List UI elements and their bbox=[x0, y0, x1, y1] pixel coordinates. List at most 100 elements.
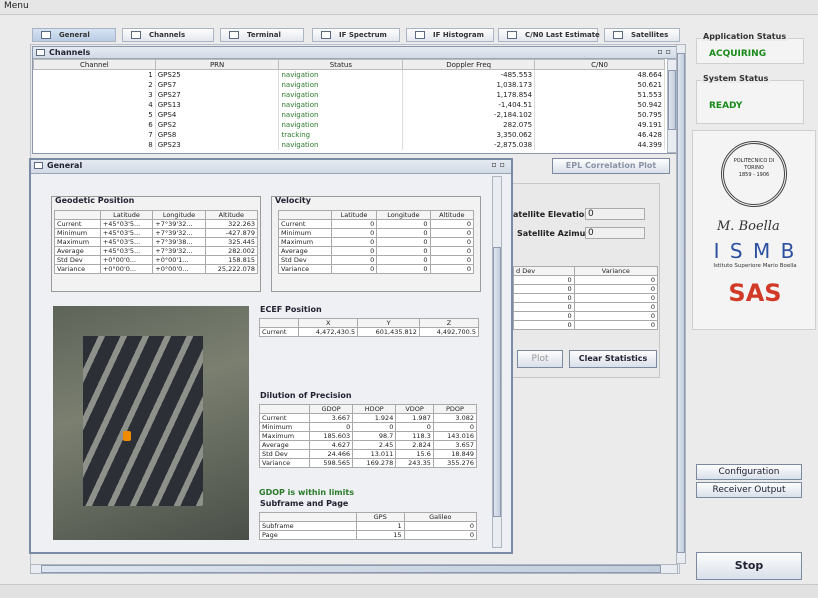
ecef-position-group: ECEF Position XYZ Current 4,472,430.5 601,… bbox=[257, 305, 480, 346]
table-row: Maximum 185.603 98.7 118.3 143.016 bbox=[258, 431, 478, 441]
system-status-value: READY bbox=[709, 101, 743, 111]
tab-satellites[interactable]: Satellites bbox=[604, 28, 680, 42]
window-icon bbox=[613, 31, 623, 39]
tab-channels[interactable]: Channels bbox=[122, 28, 214, 42]
window-icon bbox=[229, 31, 239, 39]
clear-statistics-button[interactable]: Clear Statistics bbox=[569, 350, 657, 368]
table-row: Current 4,472,430.5 601,435.812 4,492,700.5 bbox=[258, 327, 480, 337]
window-icon bbox=[36, 49, 45, 56]
table-header-row: Channel PRN Status Doppler Freq C/N0 bbox=[33, 59, 665, 70]
table-row: 00 bbox=[513, 284, 659, 294]
table-row[interactable]: 7 GPS8 tracking 3,350.062 46.428 bbox=[33, 129, 665, 140]
application-status-label: Application Status bbox=[701, 32, 789, 41]
receiver-output-button[interactable]: Receiver Output bbox=[696, 482, 802, 498]
channels-title-bar[interactable]: Channels ▫ ▫ bbox=[33, 47, 677, 59]
group-title: ECEF Position bbox=[260, 305, 322, 314]
table-row[interactable]: 2 GPS7 navigation 1,038.173 50.621 bbox=[33, 79, 665, 90]
application-status-box: Application Status ACQUIRING bbox=[696, 32, 804, 64]
column-header[interactable]: Channel bbox=[33, 59, 156, 70]
table-row: Average 0 0 0 bbox=[278, 246, 475, 256]
table-row[interactable]: 8 GPS23 navigation -2,875.038 44.399 bbox=[33, 139, 665, 150]
column-header[interactable]: C/N0 bbox=[534, 59, 665, 70]
polito-seal: POLITECNICO DI TORINO 1859 - 1906 bbox=[721, 141, 787, 207]
tab-bar: General Channels Terminal IF Spectrum IF… bbox=[32, 28, 680, 42]
system-status-label: System Status bbox=[701, 74, 771, 83]
right-panel: Application Status ACQUIRING System Stat… bbox=[692, 18, 818, 598]
general-window: General ▫ ▫ Geodetic Position Latitude Lon… bbox=[29, 158, 513, 554]
desktop-vertical-scrollbar[interactable] bbox=[676, 44, 686, 564]
table-row: Maximum +45°03'5... +7°39'38... 325.445 bbox=[54, 237, 259, 247]
velocity-group: Velocity Latitude Longitude Altitude Curre… bbox=[271, 196, 481, 292]
group-title: Dilution of Precision bbox=[260, 391, 352, 400]
window-icon bbox=[415, 31, 425, 39]
position-marker-icon bbox=[123, 431, 131, 441]
table-row: Current +45°03'5... +7°39'32... 322.263 bbox=[54, 219, 259, 229]
satellite-panel: atellite Elevation: 0 Satellite Azimut: … bbox=[512, 183, 660, 378]
tab-if-spectrum[interactable]: IF Spectrum bbox=[312, 28, 400, 42]
stop-button[interactable]: Stop bbox=[696, 552, 802, 580]
epl-correlation-plot-button[interactable]: EPL Correlation Plot bbox=[552, 158, 670, 174]
column-header[interactable]: PRN bbox=[154, 59, 280, 70]
table-row: Std Dev 0 0 0 bbox=[278, 255, 475, 265]
table-row[interactable]: 4 GPS13 navigation -1,404.51 50.942 bbox=[33, 99, 665, 110]
column-header[interactable]: Doppler Freq bbox=[402, 59, 536, 70]
ismb-logo: I S M B bbox=[713, 239, 797, 263]
general-title-bar[interactable]: General ▫ ▫ bbox=[31, 160, 511, 174]
ecef-table: XYZ Current 4,472,430.5 601,435.812 4,492,7… bbox=[258, 318, 480, 337]
table-row: Current 3.667 1.924 1.987 3.082 bbox=[258, 413, 478, 423]
tab-if-histogram[interactable]: IF Histogram bbox=[406, 28, 494, 42]
group-title: Geodetic Position bbox=[55, 196, 135, 205]
tab-general[interactable]: General bbox=[32, 28, 116, 42]
column-header[interactable]: Status bbox=[278, 59, 404, 70]
geodetic-table: Latitude Longitude Altitude Current +45°03'… bbox=[54, 210, 259, 274]
table-row: Std Dev 24.466 13.011 15.6 18.849 bbox=[258, 449, 478, 459]
group-title: Velocity bbox=[275, 196, 311, 205]
window-icon bbox=[507, 31, 517, 39]
table-row: Variance +0°00'0... +0°00'0... 25,222.078 bbox=[54, 264, 259, 274]
desktop-horizontal-scrollbar[interactable] bbox=[30, 564, 678, 574]
application-status-value: ACQUIRING bbox=[709, 49, 767, 59]
table-row[interactable]: 1 GPS25 navigation -485.553 48.664 bbox=[33, 69, 665, 80]
velocity-table: Latitude Longitude Altitude Current 0 0 0 Min… bbox=[278, 210, 475, 274]
table-row[interactable]: 6 GPS2 navigation 282.075 49.191 bbox=[33, 119, 665, 130]
table-row: Current 0 0 0 bbox=[278, 219, 475, 229]
table-row: Variance 598.565 169.278 243.35 355.276 bbox=[258, 458, 478, 468]
maximize-restore-icon[interactable]: ▫ ▫ bbox=[491, 160, 505, 169]
dop-table: GDOP HDOP VDOP PDOP Current 3.667 1.924 1.987 3… bbox=[258, 404, 478, 468]
table-row: Average +45°03'5... +7°39'32... 282.002 bbox=[54, 246, 259, 256]
table-header: d Dev bbox=[513, 266, 575, 276]
table-row: 00 bbox=[513, 302, 659, 312]
table-row: 00 bbox=[513, 293, 659, 303]
table-row: 00 bbox=[513, 311, 659, 321]
table-row: Minimum +45°03'5... +7°39'32... -427.879 bbox=[54, 228, 259, 238]
configuration-button[interactable]: Configuration bbox=[696, 464, 802, 480]
table-row[interactable]: 3 GPS27 navigation 1,178.854 51.553 bbox=[33, 89, 665, 100]
table-row: Minimum 0 0 0 0 bbox=[258, 422, 478, 432]
satellite-azimut-label: Satellite Azimut: bbox=[517, 229, 593, 238]
ismb-subtitle: Istituto Superiore Mario Boella bbox=[713, 263, 797, 269]
tab-cn0-last-estimate[interactable]: C/N0 Last Estimate bbox=[498, 28, 600, 42]
scrollbar-thumb[interactable] bbox=[677, 53, 685, 553]
table-row: Maximum 0 0 0 bbox=[278, 237, 475, 247]
general-scrollbar[interactable] bbox=[492, 176, 502, 548]
table-row: Std Dev +0°00'0... +0°00'1... 158.815 bbox=[54, 255, 259, 265]
window-icon bbox=[41, 31, 51, 39]
scrollbar-thumb[interactable] bbox=[493, 247, 501, 517]
position-map[interactable] bbox=[53, 306, 249, 540]
geodetic-position-group: Geodetic Position Latitude Longitude Altit… bbox=[51, 196, 261, 292]
satellite-stats-table: d Dev Variance 00 00 00 00 00 00 bbox=[513, 266, 659, 330]
gdop-status-text: GDOP is within limits bbox=[259, 488, 354, 497]
table-row: Average 4.627 2.45 2.824 3.657 bbox=[258, 440, 478, 450]
scrollbar-thumb[interactable] bbox=[668, 70, 676, 130]
scrollbar-thumb[interactable] bbox=[41, 565, 661, 573]
table-row[interactable]: 5 GPS4 navigation -2,184.102 50.795 bbox=[33, 109, 665, 120]
menu-item[interactable]: Menu bbox=[4, 1, 29, 11]
channels-window: Channels ▫ ▫ Channel PRN Status Doppler F… bbox=[32, 46, 678, 154]
plot-button[interactable]: Plot bbox=[517, 350, 563, 368]
table-row: Subframe 1 0 bbox=[259, 521, 478, 531]
satellite-elevation-label: atellite Elevation: bbox=[513, 210, 594, 219]
maximize-restore-icon[interactable]: ▫ ▫ bbox=[657, 47, 671, 56]
tab-terminal[interactable]: Terminal bbox=[220, 28, 304, 42]
window-title: Channels bbox=[49, 48, 91, 57]
table-row: Variance 0 0 0 bbox=[278, 264, 475, 274]
